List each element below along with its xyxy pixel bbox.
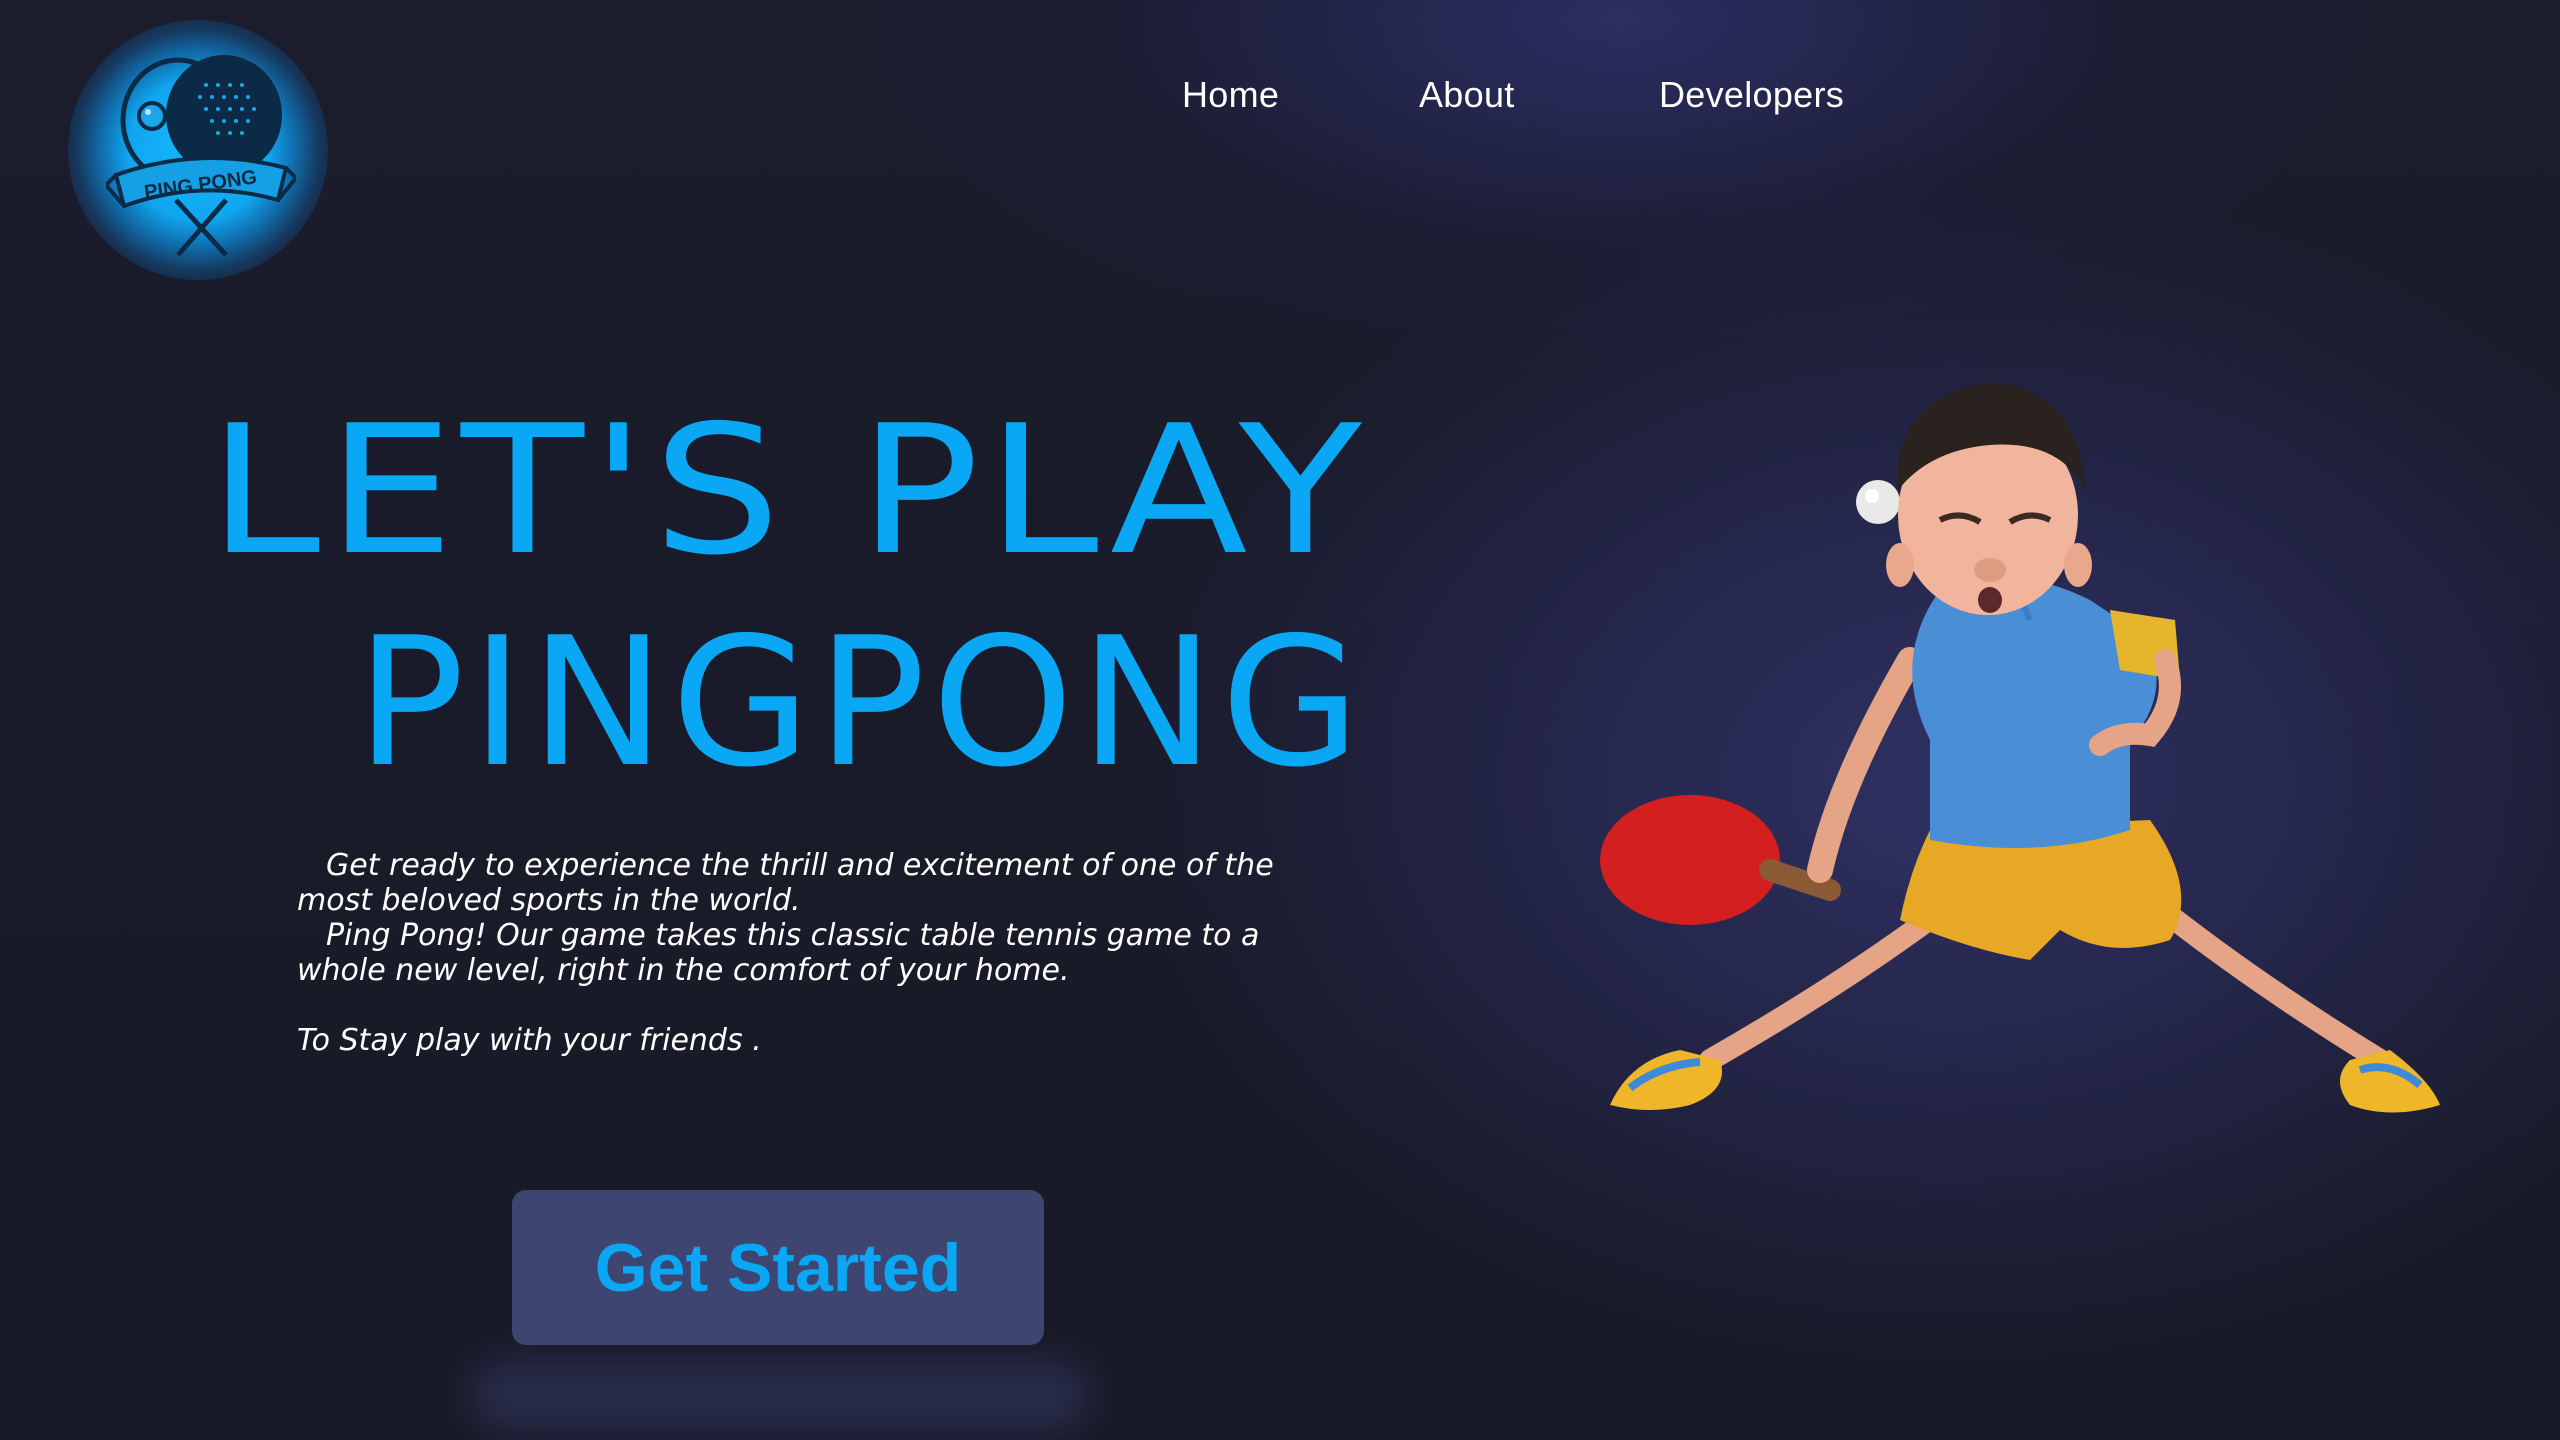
description-line: Get ready to experience the thrill and e… <box>326 848 1274 883</box>
get-started-button[interactable]: Get Started <box>512 1190 1044 1345</box>
button-glow <box>470 1360 1090 1430</box>
nav-about-link[interactable]: About <box>1419 74 1515 116</box>
ping-pong-player-illustration <box>1600 382 2440 1113</box>
hero-headline: LET'S PLAY PINGPONG <box>0 0 1400 800</box>
headline-line-1: LET'S PLAY <box>208 387 1369 594</box>
description-line: To Stay play with your friends . <box>297 1023 762 1058</box>
description-line: most beloved sports in the world. <box>297 883 801 918</box>
headline-line-2: PINGPONG <box>356 599 1367 806</box>
description-line: whole new level, right in the comfort of… <box>297 953 1070 988</box>
description-line: Ping Pong! Our game takes this classic t… <box>326 918 1260 953</box>
nav-developers-link[interactable]: Developers <box>1659 74 1844 116</box>
landing-page: PING PONG Home About Developers LET'S PL… <box>0 0 2560 1440</box>
hero-description: Get ready to experience the thrill and e… <box>297 848 1357 1058</box>
